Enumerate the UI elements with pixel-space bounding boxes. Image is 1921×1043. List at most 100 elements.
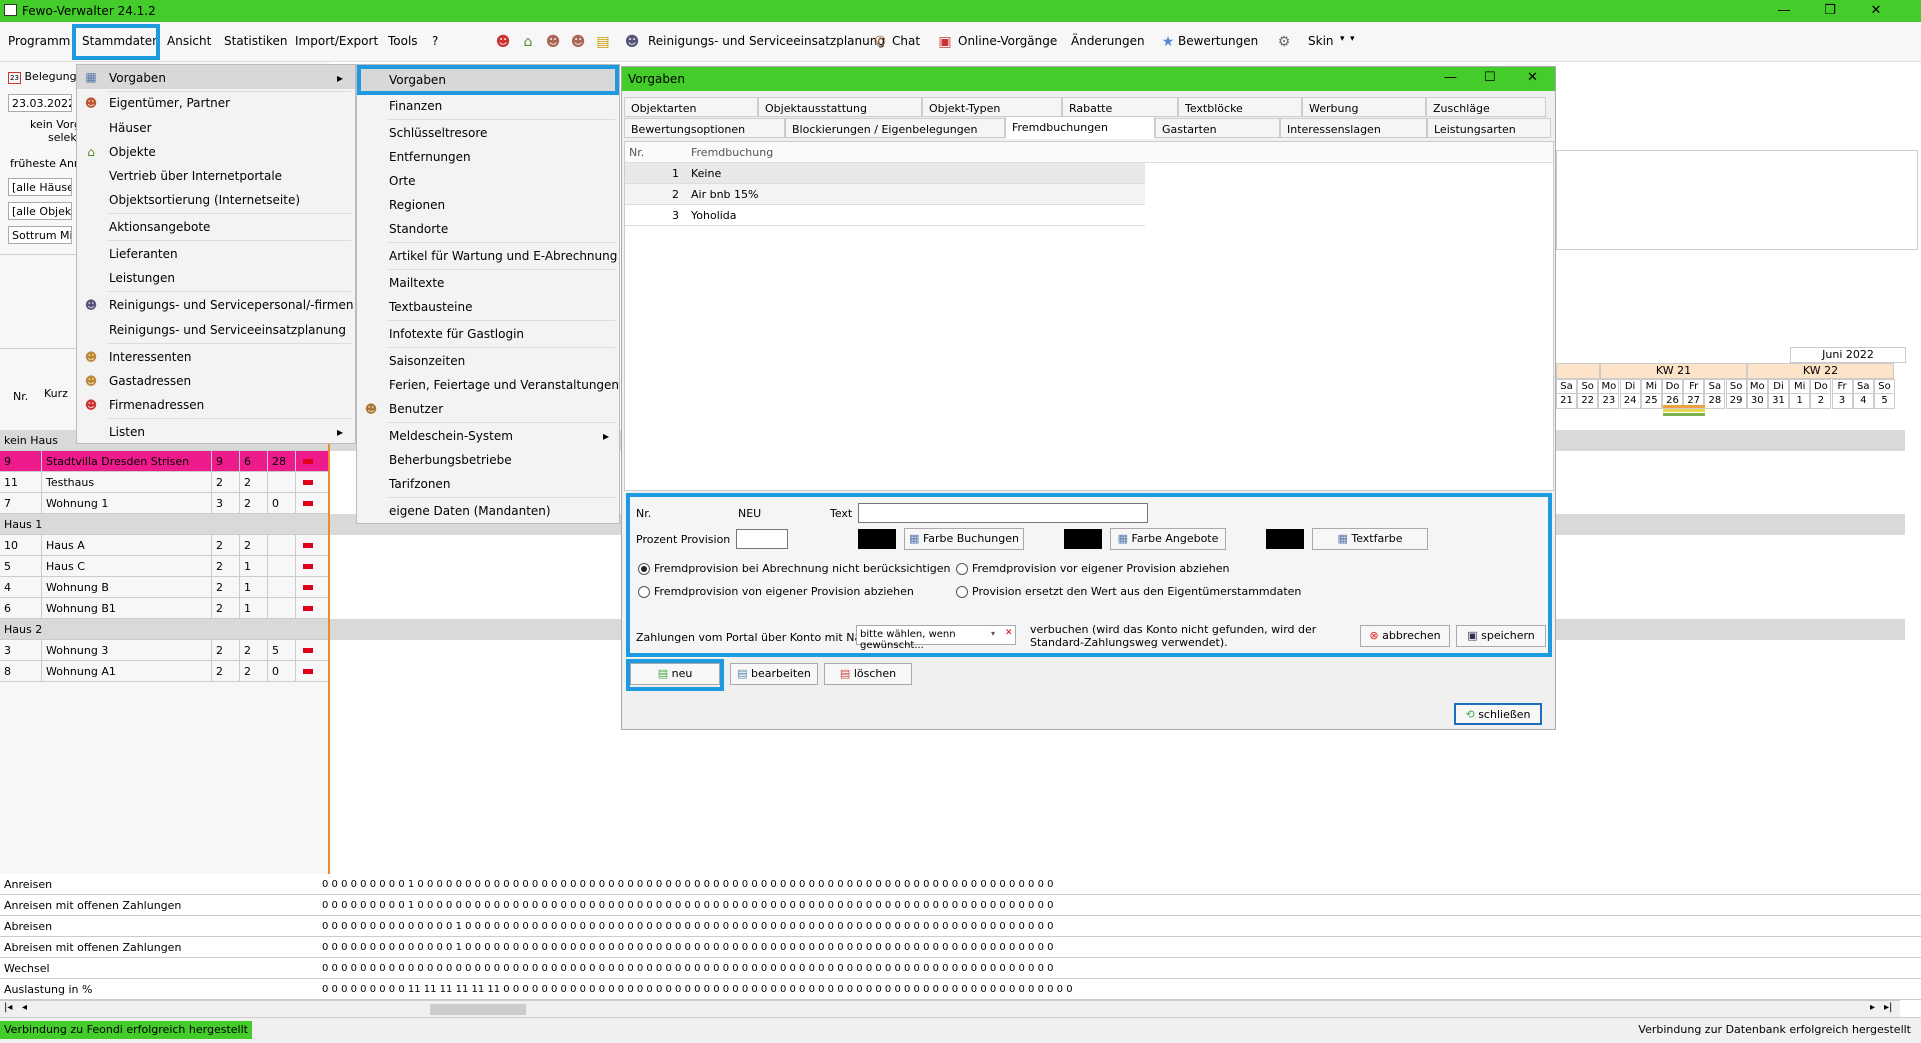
- farbe-angebote-button[interactable]: ▦ Farbe Angebote: [1110, 528, 1226, 550]
- table-row[interactable]: 2 Air bnb 15%: [625, 184, 1145, 205]
- table-row[interactable]: 9 Stadtvilla Dresden Strisen 9 6 28: [0, 451, 330, 472]
- loeschen-button[interactable]: ▤ löschen: [824, 663, 912, 685]
- tab-fremdbuchungen[interactable]: Fremdbuchungen: [1005, 116, 1155, 139]
- menu-programm[interactable]: Programm: [8, 34, 70, 48]
- tab-leistungsarten[interactable]: Leistungsarten: [1427, 118, 1551, 138]
- sottrum-select[interactable]: Sottrum Mitte: [8, 226, 72, 244]
- menu-item-reinigungsplanung[interactable]: Reinigungs- und Serviceeinsatzplanung: [109, 323, 346, 337]
- submenu-item-infotexte[interactable]: Infotexte für Gastlogin: [389, 327, 524, 341]
- menu-ansicht[interactable]: Ansicht: [167, 34, 211, 48]
- table-row[interactable]: 7 Wohnung 1 3 2 0: [0, 493, 330, 514]
- submenu-item-saisonzeiten[interactable]: Saisonzeiten: [389, 354, 465, 368]
- chevron-down-icon[interactable]: ▾: [1350, 34, 1355, 44]
- tab-objektarten[interactable]: Objektarten: [624, 97, 758, 117]
- menu-statistiken[interactable]: Statistiken: [224, 34, 288, 48]
- toolbar-bewertungen[interactable]: Bewertungen: [1178, 34, 1258, 48]
- dialog-close-button[interactable]: ✕: [1527, 70, 1538, 85]
- booking-bar[interactable]: [1663, 409, 1705, 412]
- submenu-item-tarifzonen[interactable]: Tarifzonen: [389, 477, 450, 491]
- tab-textbloecke[interactable]: Textblöcke: [1178, 97, 1302, 117]
- table-row[interactable]: 6 Wohnung B1 2 1: [0, 598, 330, 619]
- maximize-button[interactable]: ❐: [1807, 0, 1853, 22]
- submenu-item-schluesseltresore[interactable]: Schlüsseltresore: [389, 126, 487, 140]
- objekte-select[interactable]: [alle Objekte]: [8, 202, 72, 220]
- text-input[interactable]: [858, 503, 1148, 523]
- submenu-item-benutzer[interactable]: Benutzer: [389, 402, 443, 416]
- table-row[interactable]: 11 Testhaus 2 2: [0, 472, 330, 493]
- menu-item-objektsortierung[interactable]: Objektsortierung (Internetseite): [109, 193, 300, 207]
- dialog-minimize-button[interactable]: —: [1444, 70, 1457, 85]
- submenu-item-finanzen[interactable]: Finanzen: [389, 99, 442, 113]
- date-field[interactable]: 23.03.2022: [8, 94, 72, 112]
- submenu-item-textbausteine[interactable]: Textbausteine: [389, 300, 473, 314]
- table-row[interactable]: 3 Yoholida: [625, 205, 1145, 226]
- person-icon[interactable]: ☻: [570, 34, 586, 50]
- konto-select[interactable]: bitte wählen, wenn gewünscht... ▾ ✕: [856, 625, 1016, 651]
- table-row[interactable]: 3 Wohnung 3 2 2 5: [0, 640, 330, 661]
- table-row[interactable]: 5 Haus C 2 1: [0, 556, 330, 577]
- abbrechen-button[interactable]: ⊗ abbrechen: [1360, 625, 1450, 647]
- online-icon[interactable]: ▣: [937, 34, 953, 50]
- cleaning-person-icon[interactable]: ☻: [624, 34, 640, 50]
- table-row[interactable]: 10 Haus A 2 2: [0, 535, 330, 556]
- tab-werbung[interactable]: Werbung: [1302, 97, 1426, 117]
- booking-bar[interactable]: [1663, 405, 1705, 408]
- radio-nicht-beruecksichtigen[interactable]: [638, 563, 650, 575]
- radio-von-eigener[interactable]: [638, 586, 650, 598]
- toolbar-aenderungen[interactable]: Änderungen: [1071, 34, 1145, 48]
- submenu-item-artikel[interactable]: Artikel für Wartung und E-Abrechnung: [389, 249, 617, 263]
- menu-item-reinigungspersonal[interactable]: Reinigungs- und Servicepersonal/-firmen: [109, 298, 353, 312]
- menu-item-objekte[interactable]: Objekte: [109, 145, 156, 159]
- star-icon[interactable]: ★: [1160, 34, 1176, 50]
- scroll-right-icon[interactable]: ▸: [1870, 1002, 1875, 1013]
- gear-icon[interactable]: ⚙: [1276, 34, 1292, 50]
- menu-item-listen[interactable]: Listen: [109, 425, 145, 439]
- tab-blockierungen[interactable]: Blockierungen / Eigenbelegungen: [785, 118, 1005, 138]
- minimize-button[interactable]: —: [1761, 0, 1807, 22]
- horizontal-scrollbar[interactable]: |◂ ◂ ▸ ▸|: [0, 1000, 1900, 1017]
- submenu-item-entfernungen[interactable]: Entfernungen: [389, 150, 471, 164]
- toolbar-online-vorgaenge[interactable]: Online-Vorgänge: [958, 34, 1057, 48]
- booking-bar[interactable]: [1663, 413, 1705, 416]
- menu-import-export[interactable]: Import/Export: [295, 34, 378, 48]
- menu-item-leistungen[interactable]: Leistungen: [109, 271, 175, 285]
- chat-icon[interactable]: ✆: [872, 34, 888, 50]
- submenu-item-ferien[interactable]: Ferien, Feiertage und Veranstaltungen: [389, 378, 619, 392]
- neu-button[interactable]: ▤ neu: [630, 663, 720, 685]
- menu-item-gastadressen[interactable]: Gastadressen: [109, 374, 191, 388]
- menu-item-firmenadressen[interactable]: Firmenadressen: [109, 398, 204, 412]
- menu-help[interactable]: ?: [432, 34, 438, 48]
- scroll-thumb[interactable]: [430, 1004, 526, 1015]
- clear-icon[interactable]: ✕: [1005, 628, 1013, 638]
- scroll-first-icon[interactable]: |◂: [4, 1002, 12, 1013]
- tab-objekt-typen[interactable]: Objekt-Typen: [922, 97, 1062, 117]
- person-icon[interactable]: ☻: [545, 34, 561, 50]
- submenu-item-regionen[interactable]: Regionen: [389, 198, 445, 212]
- toolbar-reinigung[interactable]: Reinigungs- und Serviceeinsatzplanung: [648, 34, 885, 48]
- tab-rabatte[interactable]: Rabatte: [1062, 97, 1178, 117]
- menu-item-interessenten[interactable]: Interessenten: [109, 350, 191, 364]
- haeuser-select[interactable]: [alle Häuser]: [8, 178, 72, 196]
- toolbar-skin[interactable]: Skin: [1308, 34, 1334, 48]
- notes-icon[interactable]: ▤: [595, 34, 611, 50]
- house-icon[interactable]: ⌂: [520, 34, 536, 50]
- table-row[interactable]: 1 Keine: [625, 163, 1145, 184]
- menu-item-vorgaben[interactable]: Vorgaben: [109, 71, 166, 85]
- tab-objektausstattung[interactable]: Objektausstattung: [758, 97, 922, 117]
- submenu-item-beherbungsbetriebe[interactable]: Beherbungsbetriebe: [389, 453, 512, 467]
- table-row[interactable]: 8 Wohnung A1 2 2 0: [0, 661, 330, 682]
- menu-item-haeuser[interactable]: Häuser: [109, 121, 152, 135]
- menu-item-vertrieb[interactable]: Vertrieb über Internetportale: [109, 169, 282, 183]
- close-button[interactable]: ✕: [1853, 0, 1899, 22]
- scroll-left-icon[interactable]: ◂: [22, 1002, 27, 1013]
- radio-vor-eigener[interactable]: [956, 563, 968, 575]
- submenu-item-meldeschein[interactable]: Meldeschein-System: [389, 429, 513, 443]
- menu-item-eigentuemer[interactable]: Eigentümer, Partner: [109, 96, 230, 110]
- submenu-item-eigene-daten[interactable]: eigene Daten (Mandanten): [389, 504, 551, 518]
- tab-interessenslagen[interactable]: Interessenslagen: [1280, 118, 1427, 138]
- table-row[interactable]: 4 Wohnung B 2 1: [0, 577, 330, 598]
- textfarbe-button[interactable]: ▦ Textfarbe: [1312, 528, 1428, 550]
- tab-bewertungsoptionen[interactable]: Bewertungsoptionen: [624, 118, 785, 138]
- speichern-button[interactable]: ▣ speichern: [1456, 625, 1546, 647]
- menu-tools[interactable]: Tools: [388, 34, 418, 48]
